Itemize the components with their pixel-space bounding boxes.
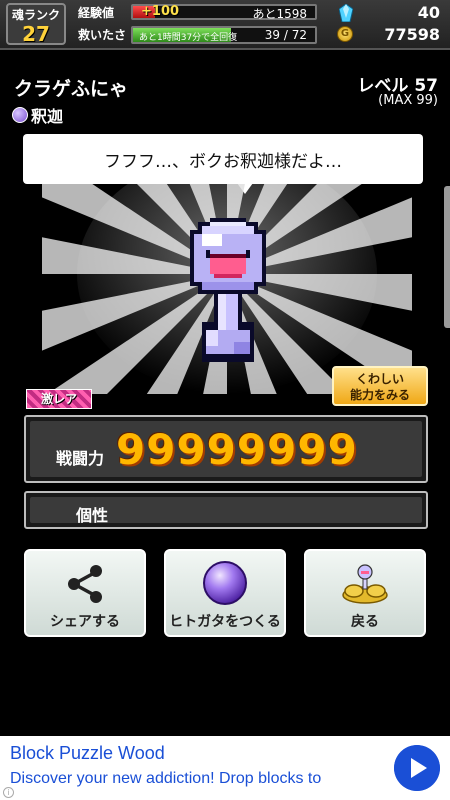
combat-power-value: 99999999: [116, 425, 358, 474]
play-icon[interactable]: [394, 745, 440, 791]
back-button-label: 戻る: [351, 614, 379, 630]
ad-info-icon[interactable]: i: [3, 787, 14, 798]
view-abilities-line1: くわしい: [355, 372, 404, 386]
coin-count: 77598: [384, 25, 440, 44]
make-vessel-button-label: ヒトガタをつくる: [169, 614, 281, 630]
character-max-level: (MAX 99): [378, 93, 438, 108]
coin-icon: G: [337, 26, 353, 42]
view-abilities-line2: 能力をみる: [349, 388, 410, 402]
back-button[interactable]: 戻る: [304, 549, 426, 637]
cloud-character-icon: [342, 564, 388, 604]
scroll-indicator[interactable]: [444, 186, 450, 328]
speech-bubble: フフフ…、ボクお釈迦様だよ…: [23, 134, 423, 194]
combat-power-panel: 戦闘力 99999999: [24, 415, 428, 483]
rarity-badge: 激レア: [26, 389, 92, 409]
gem-count: 40: [417, 3, 440, 22]
exp-remaining: あと1598: [252, 7, 307, 21]
status-bar: 魂ランク 27 経験値 +100 あと1598 救いたさ あと1時間37分で全回…: [0, 0, 450, 50]
saved-count: 39 / 72: [264, 28, 307, 42]
type-orb-icon: [12, 107, 28, 123]
speech-text: フフフ…、ボクお釈迦様だよ…: [104, 151, 342, 172]
make-vessel-button[interactable]: ヒトガタをつくる: [164, 549, 286, 637]
exp-bar: +100 あと1598: [131, 4, 317, 21]
gem-icon: [339, 4, 353, 22]
soul-rank-box: 魂ランク 27: [6, 3, 66, 46]
exp-gain: +100: [141, 4, 180, 19]
combat-power-label: 戦闘力: [56, 449, 105, 468]
share-button[interactable]: シェアする: [24, 549, 146, 637]
view-abilities-button[interactable]: くわしい 能力をみる: [332, 366, 428, 406]
saved-label: 救いたさ: [78, 28, 127, 42]
exp-label: 経験値: [78, 6, 115, 20]
purple-orb-icon: [203, 561, 247, 605]
trait-panel: 個性: [24, 491, 428, 529]
rarity-label: 激レア: [40, 392, 77, 406]
character-type: 釈迦: [12, 103, 63, 127]
share-icon: [68, 565, 102, 603]
saved-bar: あと1時間37分で全回復 39 / 72: [131, 26, 317, 44]
ad-description[interactable]: Discover your new addiction! Drop blocks…: [10, 770, 382, 788]
character-name: クラゲふにゃ: [14, 78, 129, 100]
character-type-label: 釈迦: [31, 107, 64, 126]
soul-rank-value: 27: [22, 22, 50, 46]
ad-title[interactable]: Block Puzzle Wood: [10, 743, 165, 764]
character-sprite: [190, 218, 266, 362]
share-button-label: シェアする: [50, 614, 120, 630]
soul-rank-label: 魂ランク: [12, 8, 61, 22]
ad-banner[interactable]: Block Puzzle Wood Discover your new addi…: [0, 736, 450, 800]
saved-recovery-note: あと1時間37分で全回復: [139, 33, 238, 43]
trait-label: 個性: [76, 506, 109, 525]
